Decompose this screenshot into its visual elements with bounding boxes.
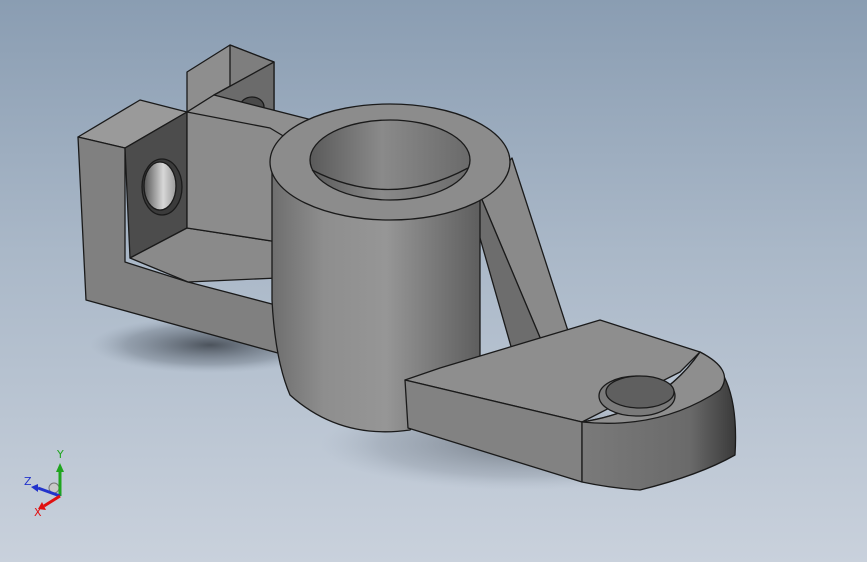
x-axis-label: X xyxy=(34,506,42,519)
cylinder-bore xyxy=(309,119,471,201)
model-view[interactable] xyxy=(0,0,867,562)
z-axis-label: Z xyxy=(24,475,32,488)
y-axis-label: Y xyxy=(56,448,64,461)
bracket-part[interactable] xyxy=(77,44,737,491)
reference-triad: Y Z X xyxy=(24,448,64,519)
lug-hole-inner xyxy=(605,375,675,409)
clevis-hole-inner xyxy=(143,161,177,211)
graphics-viewport[interactable]: Y Z X xyxy=(0,0,867,562)
